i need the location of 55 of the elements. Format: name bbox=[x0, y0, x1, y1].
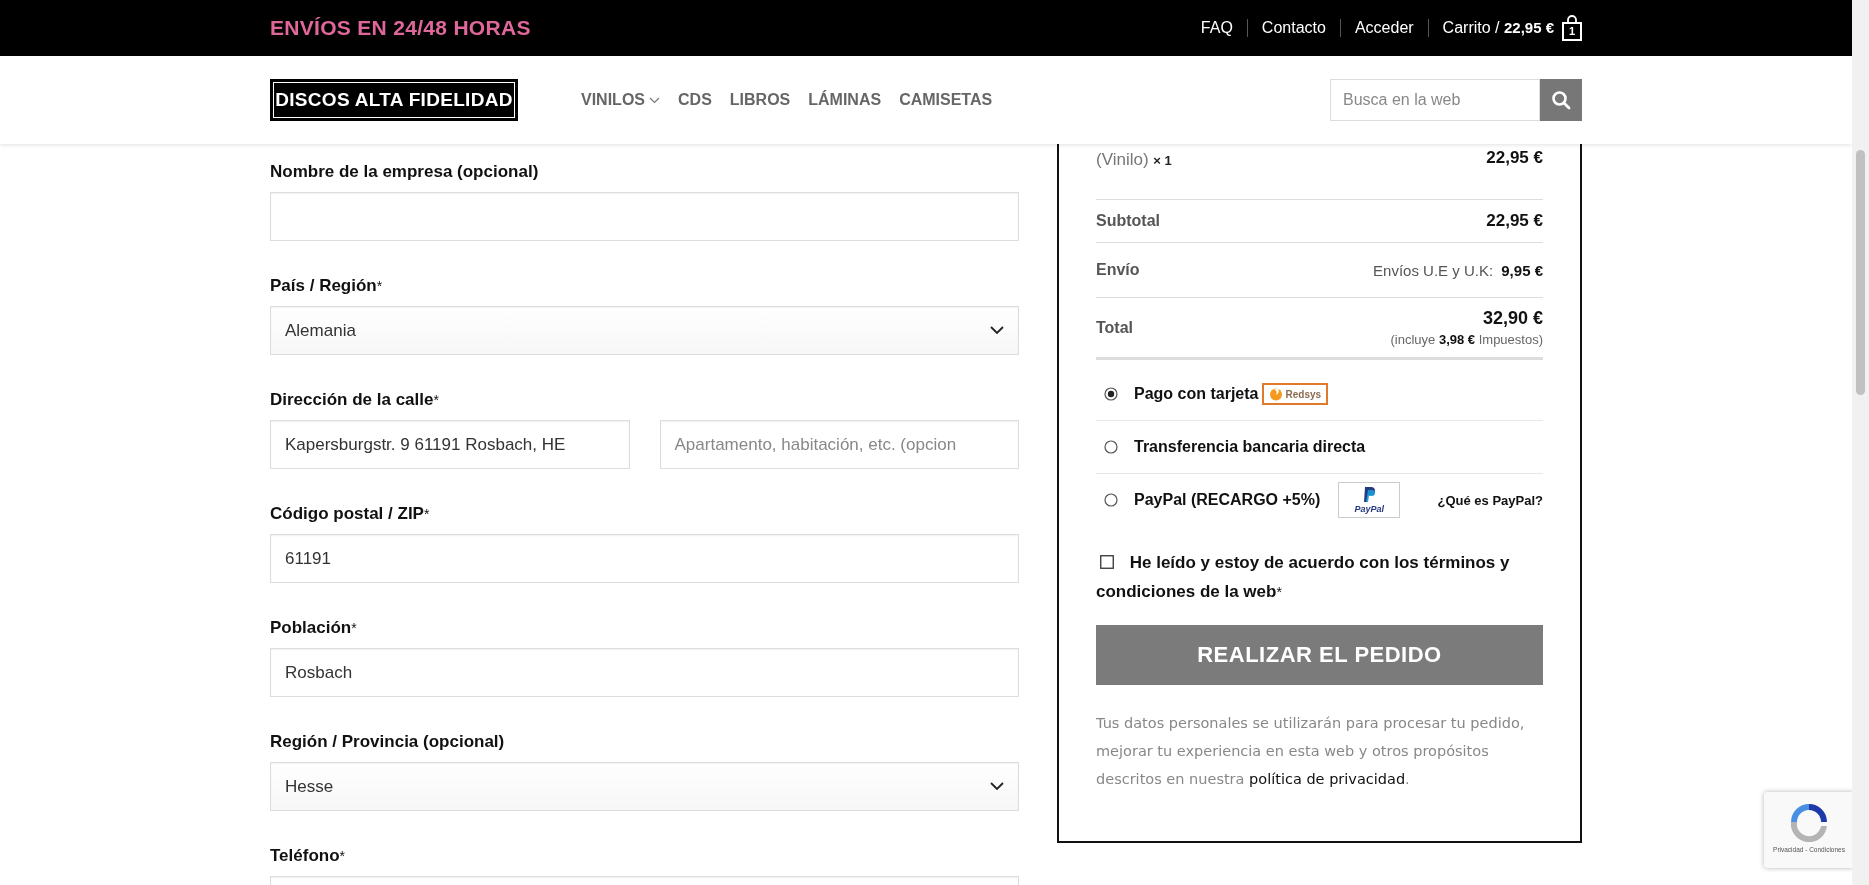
chevron-down-icon bbox=[990, 326, 1004, 335]
privacy-policy-link[interactable]: política de privacidad bbox=[1249, 771, 1406, 787]
nav-link[interactable]: CAMISETAS bbox=[899, 91, 993, 109]
field-label: Teléfono* bbox=[270, 845, 347, 867]
nav-link[interactable]: VINILOS bbox=[581, 91, 660, 109]
radio-button[interactable] bbox=[1104, 440, 1118, 454]
radio-button[interactable] bbox=[1104, 493, 1118, 507]
privacy-notice: Tus datos personales se utilizarán para procesar tu pedido, mejorar tu experiencia en esta web y otros propósitos descritos en nuestra política de privacidad. bbox=[1096, 714, 1526, 789]
payment-method-label[interactable]: Pago con tarjeta bbox=[1134, 385, 1259, 403]
redsys-logo: Redsys bbox=[1262, 383, 1329, 405]
top-link[interactable]: Contacto bbox=[1261, 19, 1326, 37]
scrollbar[interactable] bbox=[1852, 0, 1869, 885]
site-logo[interactable]: DISCOS ALTA FIDELIDAD bbox=[270, 79, 518, 121]
search-button[interactable] bbox=[1540, 79, 1582, 121]
subtotal-label: Subtotal bbox=[1096, 212, 1160, 230]
cart-link[interactable]: Carrito / 22,95 € bbox=[1442, 19, 1554, 37]
input-field[interactable]: Apartamento, habitación, etc. (opcion bbox=[659, 420, 1019, 469]
select-field[interactable]: Alemania bbox=[270, 306, 1019, 355]
input-field[interactable]: Kapersburgstr. 9 61191 Rosbach, HE bbox=[270, 420, 630, 469]
select-field[interactable]: Hesse bbox=[270, 762, 1019, 811]
field-label: País / Región* bbox=[270, 275, 384, 297]
nav-link[interactable]: CDS bbox=[678, 91, 712, 109]
input-field[interactable]: Rosbach bbox=[270, 648, 1019, 697]
nav-link[interactable]: LÁMINAS bbox=[808, 91, 882, 109]
what-is-paypal-link[interactable]: ¿Qué es PayPal? bbox=[1437, 492, 1543, 508]
search-field[interactable]: Busca en la web bbox=[1330, 79, 1540, 121]
checkbox[interactable] bbox=[1100, 555, 1114, 569]
field-label: Código postal / ZIP* bbox=[270, 503, 431, 525]
subtotal-value: 22,95 € bbox=[1486, 211, 1543, 231]
search-icon bbox=[1551, 90, 1571, 110]
payment-method-label[interactable]: PayPal (RECARGO +5%) bbox=[1134, 491, 1321, 509]
field-label: Población* bbox=[270, 617, 358, 639]
total-value: 32,90 € bbox=[1482, 308, 1543, 329]
terms-checkbox-label[interactable]: He leído y estoy de acuerdo con los términos y condiciones de la web* bbox=[1096, 548, 1543, 607]
shipping-value: Envíos U.E y U.K: 9,95 € bbox=[1373, 261, 1543, 279]
field-label: Dirección de la calle* bbox=[270, 389, 440, 411]
field-label: Región / Provincia (opcional) bbox=[270, 731, 506, 753]
chevron-down-icon bbox=[649, 96, 660, 104]
top-link[interactable]: Acceder bbox=[1354, 19, 1414, 37]
top-link[interactable]: FAQ bbox=[1200, 19, 1233, 37]
shipping-label: Envío bbox=[1096, 261, 1140, 279]
place-order-button[interactable]: REALIZAR EL PEDIDO bbox=[1096, 625, 1543, 685]
input-field[interactable] bbox=[270, 192, 1019, 241]
field-label: Nombre de la empresa (opcional) bbox=[270, 161, 540, 183]
tax-note: (incluye 3,98 € Impuestos) bbox=[1390, 332, 1543, 347]
nav-link[interactable]: LIBROS bbox=[729, 91, 791, 109]
product-variant: (Vinilo) × 1 bbox=[1096, 149, 1172, 171]
total-label: Total bbox=[1096, 318, 1134, 337]
paypal-logo: PayPal bbox=[1338, 482, 1401, 518]
shipping-promo: ENVÍOS EN 24/48 HORAS bbox=[270, 16, 531, 40]
chevron-down-icon bbox=[990, 782, 1004, 791]
input-field[interactable]: 61191 bbox=[270, 534, 1019, 583]
product-price: 22,95 € bbox=[1486, 148, 1543, 168]
payment-method-label[interactable]: Transferencia bancaria directa bbox=[1134, 438, 1366, 456]
radio-button[interactable] bbox=[1104, 387, 1118, 401]
